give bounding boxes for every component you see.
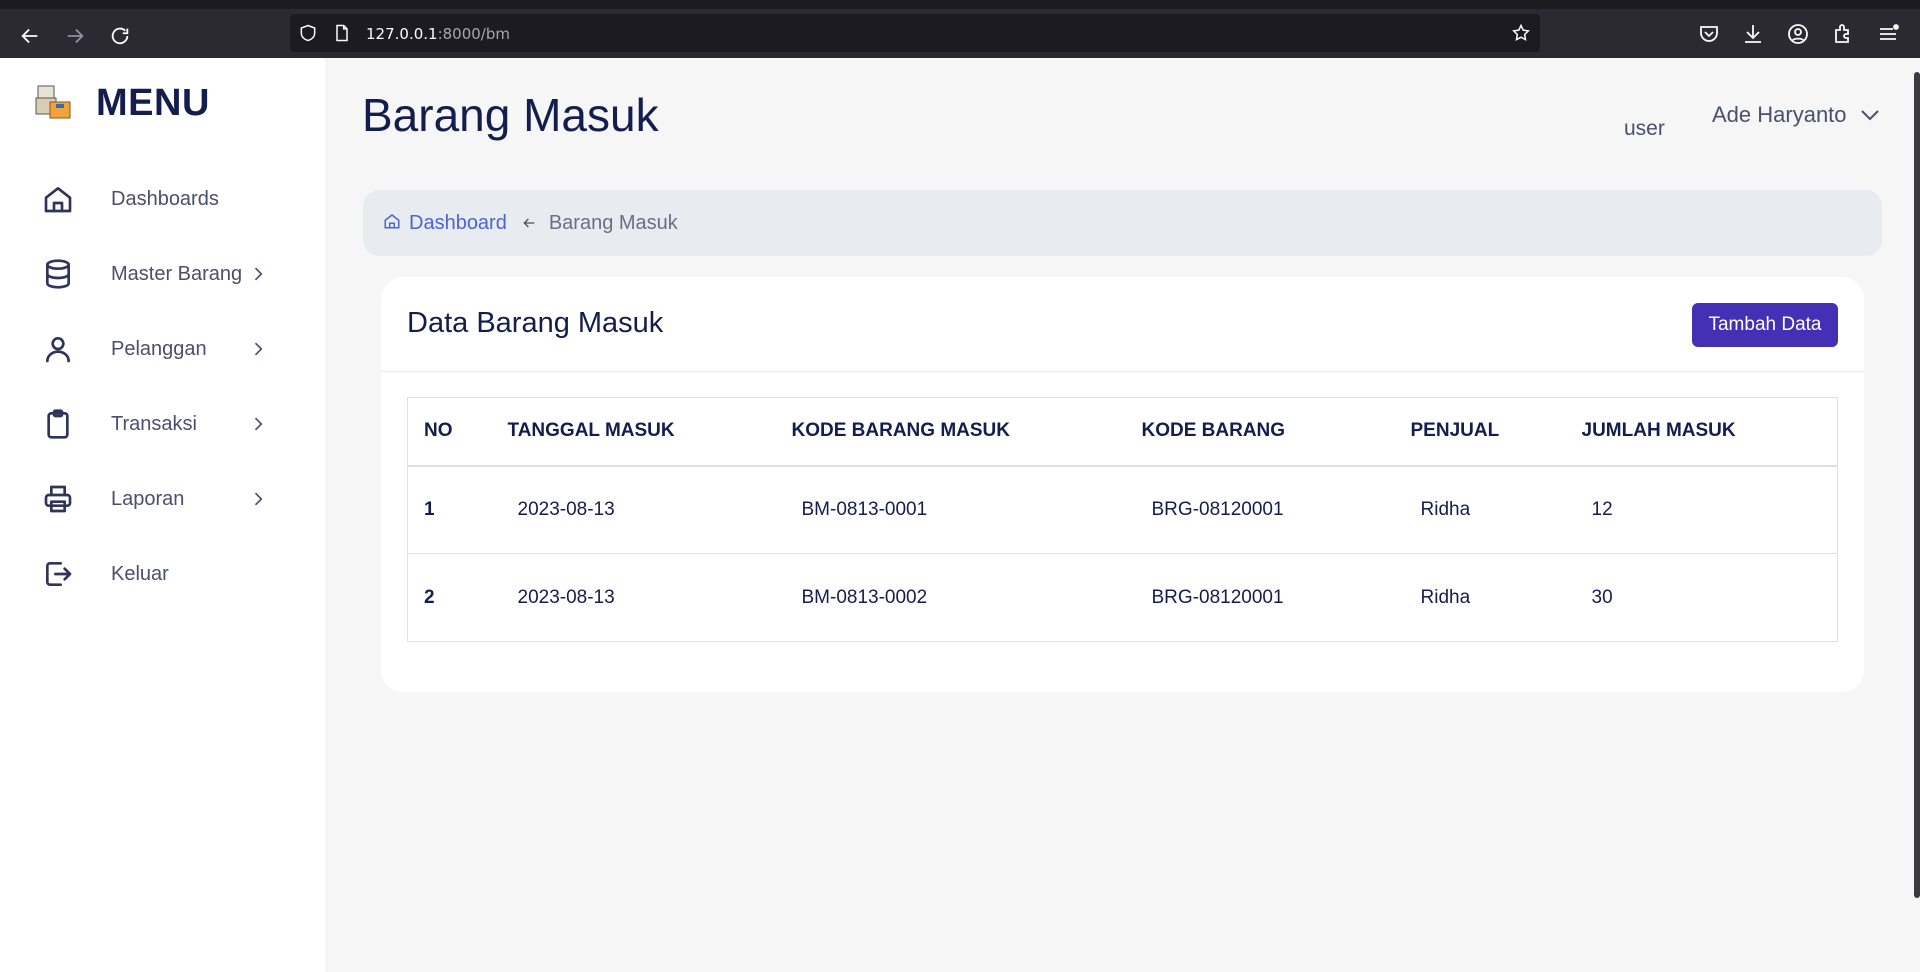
forward-icon[interactable]	[59, 20, 91, 52]
table-row: 1 2023-08-13 BM-0813-0001 BRG-08120001 R…	[407, 465, 1838, 554]
cell-jumlah-masuk: 30	[1565, 553, 1838, 642]
column-header-kode-barang: KODE BARANG	[1125, 397, 1395, 467]
page-title: Barang Masuk	[362, 89, 659, 141]
download-icon[interactable]	[1741, 22, 1767, 48]
cell-penjual: Ridha	[1394, 465, 1566, 554]
cell-penjual: Ridha	[1394, 553, 1566, 642]
account-icon[interactable]	[1786, 22, 1812, 48]
user-menu[interactable]: Ade Haryanto	[1712, 102, 1847, 128]
sidebar: MENU Dashboards Master Barang Pelanggan …	[0, 58, 325, 972]
cell-kode-barang-masuk: BM-0813-0002	[775, 553, 1126, 642]
extensions-icon[interactable]	[1831, 22, 1857, 48]
sidebar-item-label: Master Barang	[111, 262, 243, 285]
cell-tanggal-masuk: 2023-08-13	[491, 553, 776, 642]
column-header-jumlah-masuk: JUMLAH MASUK	[1565, 397, 1838, 467]
chevron-down-icon[interactable]	[1858, 103, 1882, 127]
chevron-right-icon	[248, 264, 268, 284]
chevron-right-icon	[248, 339, 268, 359]
back-icon[interactable]	[14, 20, 46, 52]
cell-no: 1	[407, 465, 492, 554]
data-table: NO TANGGAL MASUK KODE BARANG MASUK KODE …	[407, 397, 1838, 642]
cell-kode-barang: BRG-08120001	[1125, 465, 1395, 554]
column-header-kode-barang-masuk: KODE BARANG MASUK	[775, 397, 1126, 467]
page-scrollbar[interactable]	[1914, 72, 1920, 898]
sidebar-item-transaksi[interactable]: Transaksi	[40, 400, 280, 448]
arrow-left-icon	[521, 215, 537, 231]
card-title: Data Barang Masuk	[407, 307, 664, 339]
divider	[381, 371, 1864, 372]
reload-icon[interactable]	[104, 20, 136, 52]
breadcrumb-dashboard-link[interactable]: Dashboard	[409, 212, 507, 235]
breadcrumb-current: Barang Masuk	[548, 211, 678, 234]
table-header-row: NO TANGGAL MASUK KODE BARANG MASUK KODE …	[407, 397, 1838, 467]
cell-jumlah-masuk: 12	[1565, 465, 1838, 554]
database-icon	[40, 256, 76, 292]
user-icon	[40, 331, 76, 367]
home-icon[interactable]	[383, 212, 401, 235]
clipboard-icon	[40, 406, 76, 442]
column-header-no: NO	[407, 397, 492, 467]
chevron-right-icon	[248, 489, 268, 509]
sidebar-item-keluar[interactable]: Keluar	[40, 550, 280, 598]
menu-title: MENU	[96, 82, 210, 124]
sidebar-item-laporan[interactable]: Laporan	[40, 475, 280, 523]
cell-kode-barang-masuk: BM-0813-0001	[775, 465, 1126, 554]
sidebar-item-pelanggan[interactable]: Pelanggan	[40, 325, 280, 373]
data-card: Data Barang Masuk Tambah Data NO TANGGAL…	[381, 277, 1864, 692]
sidebar-item-label: Dashboards	[111, 187, 219, 210]
bookmark-star-icon[interactable]	[1511, 23, 1531, 43]
sidebar-item-master-barang[interactable]: Master Barang	[40, 250, 280, 298]
column-header-penjual: PENJUAL	[1394, 397, 1566, 467]
printer-icon	[40, 481, 76, 517]
breadcrumb: Dashboard Barang Masuk	[363, 190, 1882, 256]
sidebar-item-label: Transaksi	[111, 412, 197, 435]
table-row: 2 2023-08-13 BM-0813-0002 BRG-08120001 R…	[407, 553, 1838, 642]
logout-icon	[40, 556, 76, 592]
boxes-logo-icon	[34, 84, 74, 122]
sidebar-item-label: Keluar	[111, 562, 169, 585]
url-text[interactable]: 127.0.0.1:8000/bm	[366, 25, 510, 43]
cell-kode-barang: BRG-08120001	[1125, 553, 1395, 642]
sidebar-item-dashboards[interactable]: Dashboards	[40, 175, 280, 223]
pocket-icon[interactable]	[1697, 22, 1723, 48]
user-role: user	[1624, 117, 1665, 140]
add-data-button[interactable]: Tambah Data	[1692, 303, 1838, 347]
cell-tanggal-masuk: 2023-08-13	[491, 465, 776, 554]
page-icon[interactable]	[332, 23, 352, 43]
column-header-tanggal-masuk: TANGGAL MASUK	[491, 397, 776, 467]
address-bar[interactable]: 127.0.0.1:8000/bm	[290, 14, 1540, 52]
sidebar-item-label: Laporan	[111, 487, 185, 510]
sidebar-item-label: Pelanggan	[111, 337, 207, 360]
browser-toolbar: 127.0.0.1:8000/bm	[0, 0, 1920, 58]
cell-no: 2	[407, 553, 492, 642]
app-menu-icon[interactable]	[1876, 22, 1902, 48]
home-icon	[40, 181, 76, 217]
chevron-right-icon	[248, 414, 268, 434]
shield-icon[interactable]	[298, 23, 318, 43]
